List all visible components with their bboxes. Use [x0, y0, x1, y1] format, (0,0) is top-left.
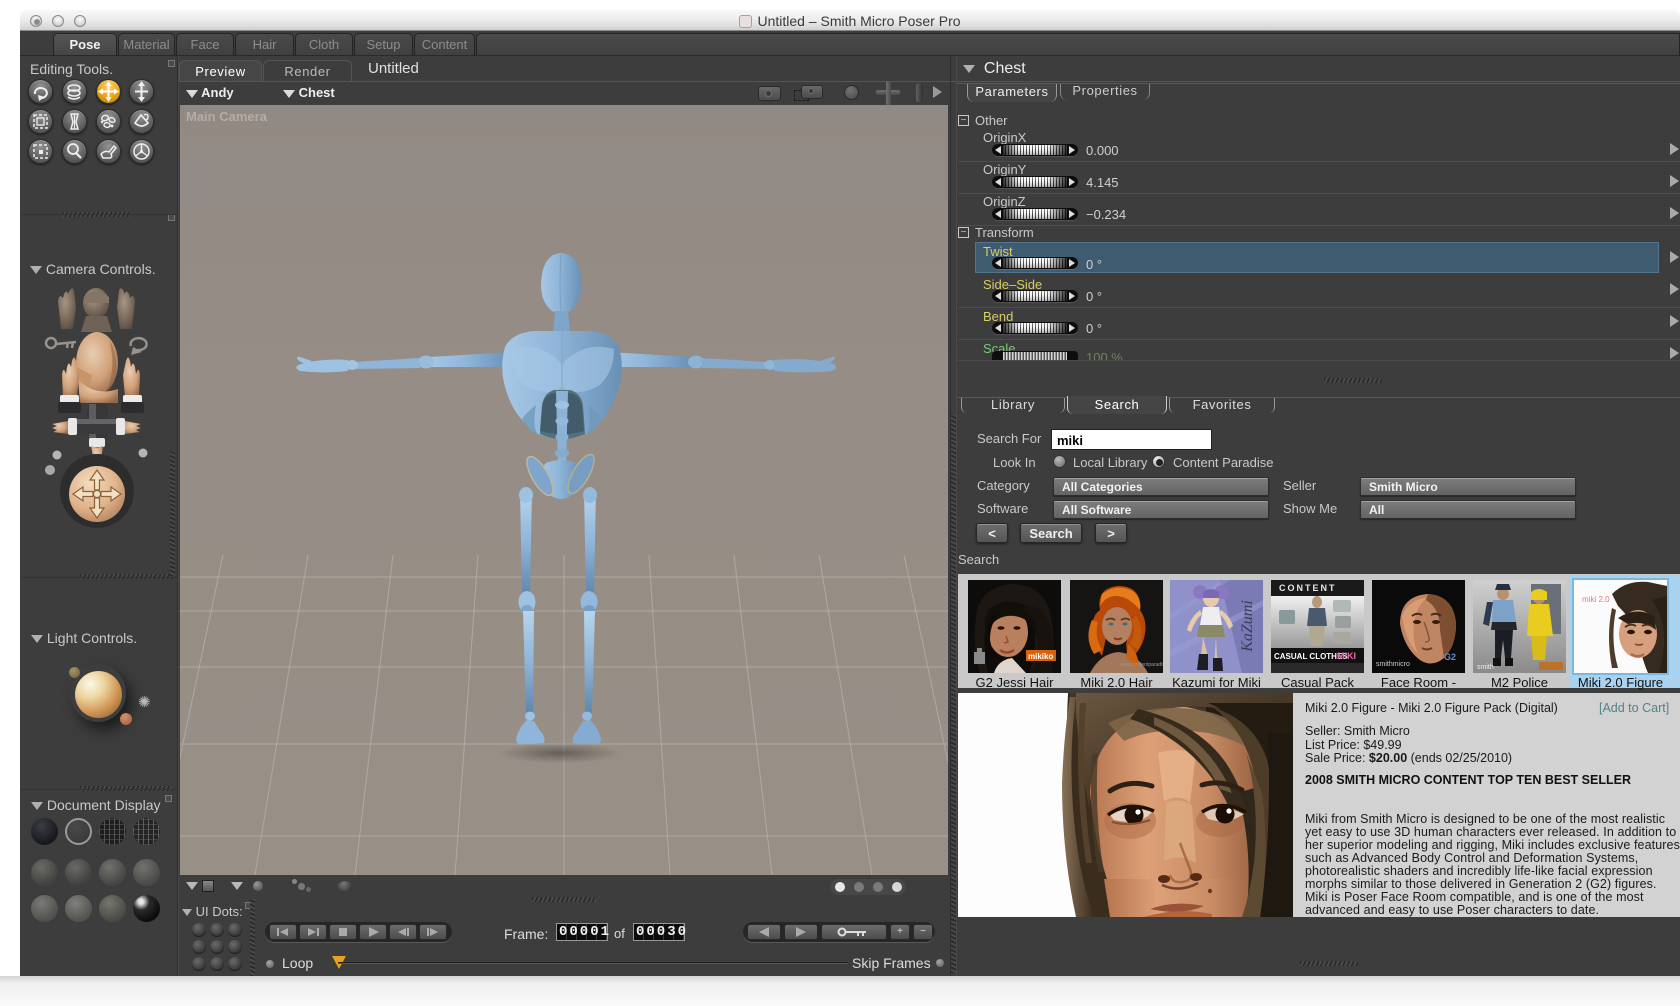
svg-text:CONTENT: CONTENT [1279, 583, 1337, 593]
svg-text:www.contentparadise.com: www.contentparadise.com [1120, 662, 1163, 668]
svg-text:mikiko: mikiko [1028, 652, 1053, 661]
svg-text:MIKI: MIKI [1337, 651, 1356, 661]
svg-text:smith: smith [1477, 664, 1494, 671]
svg-text:KaZumi: KaZumi [1239, 600, 1256, 653]
svg-text:miki 2.0: miki 2.0 [1582, 595, 1610, 604]
svg-text:smithmicro: smithmicro [1376, 661, 1410, 668]
svg-text:G2: G2 [1444, 652, 1456, 662]
